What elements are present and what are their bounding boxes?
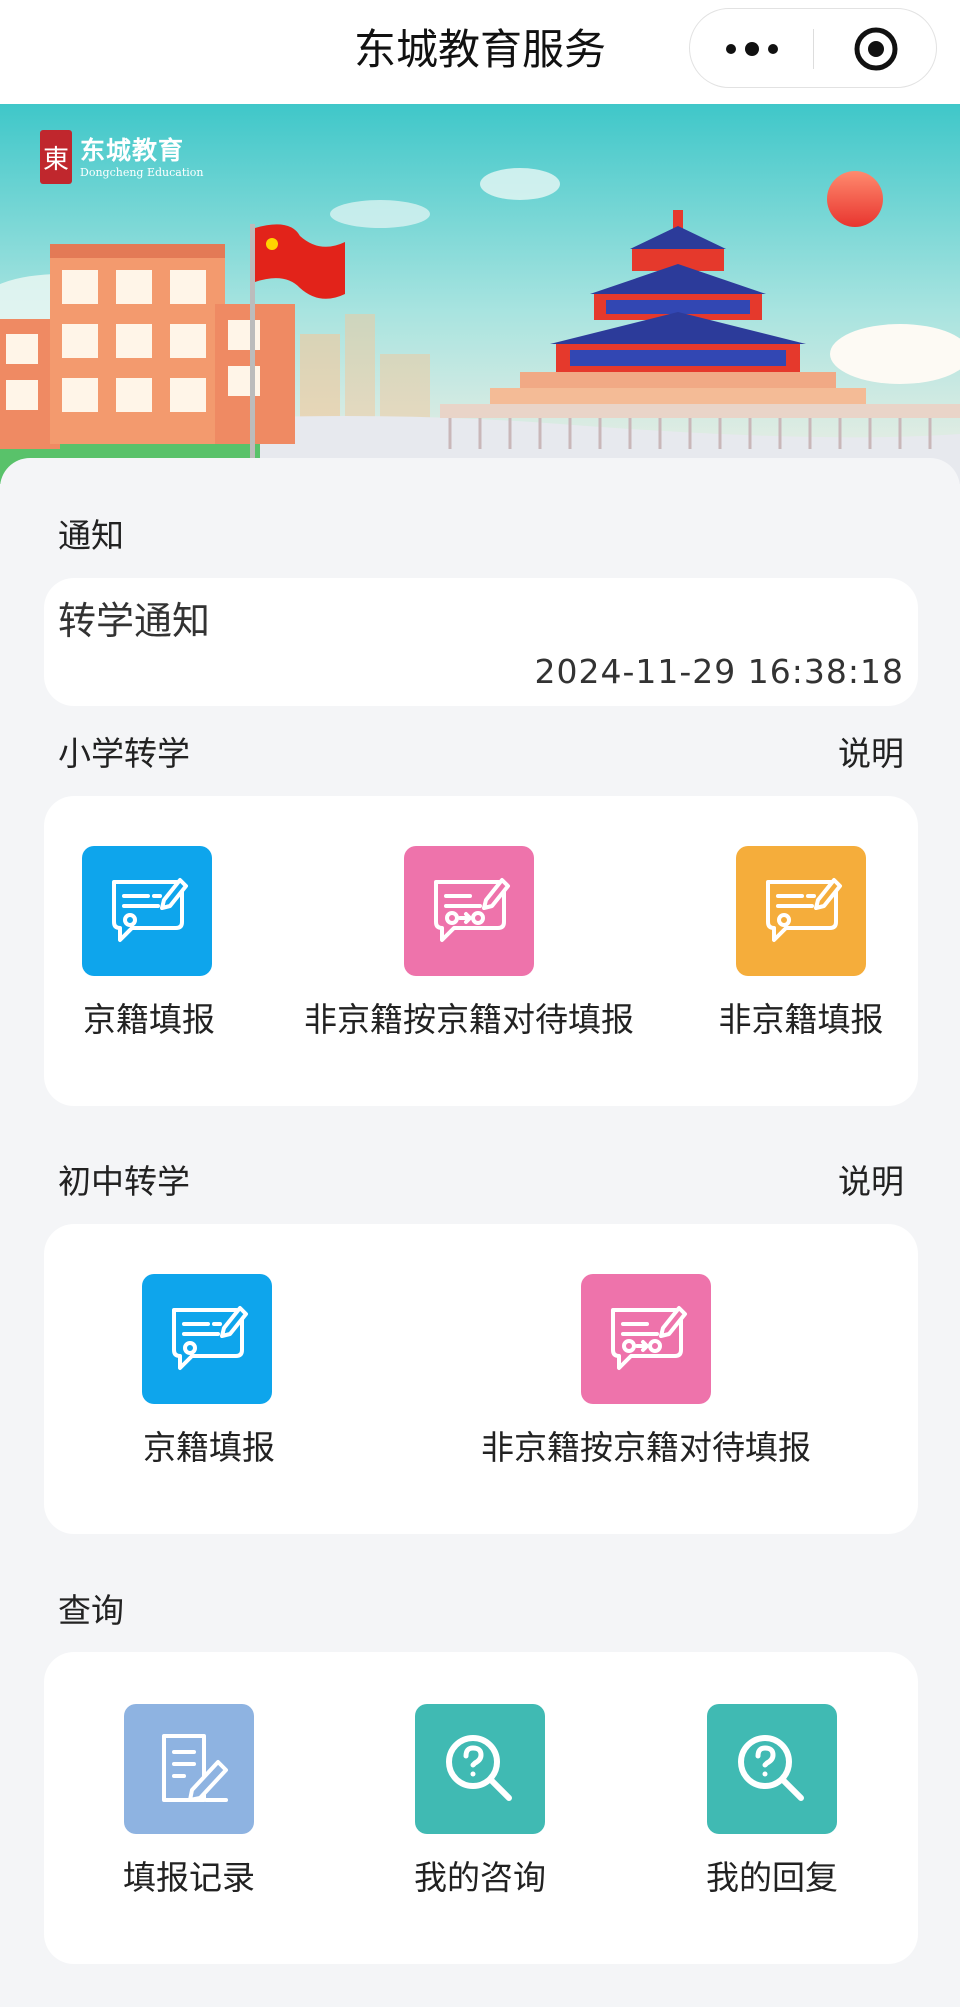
notice-item-time: 2024-11-29 16:38:18	[534, 652, 904, 691]
question-search-icon	[415, 1704, 545, 1834]
record-label: 填报记录	[123, 1858, 255, 1897]
top-bar: 东城教育服务	[0, 0, 960, 104]
mini-program-capsule	[689, 8, 937, 88]
form-edit-icon	[736, 846, 866, 976]
record-tile[interactable]: 填报记录	[44, 1652, 334, 1964]
hero-banner: 東 东城教育 Dongcheng Education	[0, 104, 960, 484]
primary-nonbeijing-label: 非京籍填报	[718, 1000, 884, 1039]
query-section-title: 查询	[58, 1591, 124, 1630]
my-reply-tile[interactable]: 我的回复	[626, 1652, 918, 1964]
primary-beijing-tile[interactable]: 京籍填报	[44, 796, 254, 1106]
middle-card: 京籍填报 非京籍按京籍对待填报	[44, 1224, 918, 1534]
primary-nonbeijing-equal-label: 非京籍按京籍对待填报	[304, 1000, 634, 1039]
notice-section-title: 通知	[58, 516, 124, 555]
close-button[interactable]	[814, 9, 938, 89]
middle-nonbeijing-equal-tile[interactable]: 非京籍按京籍对待填报	[374, 1224, 918, 1534]
target-close-icon	[854, 27, 898, 71]
primary-beijing-label: 京籍填报	[83, 1000, 215, 1039]
middle-help-link[interactable]: 说明	[838, 1162, 904, 1202]
question-search-icon	[707, 1704, 837, 1834]
primary-nonbeijing-equal-tile[interactable]: 非京籍按京籍对待填报	[254, 796, 684, 1106]
logo-name: 东城教育	[80, 135, 185, 165]
record-edit-icon	[124, 1704, 254, 1834]
primary-card: 京籍填报 非京籍按京籍对待填报 非京籍填报	[44, 796, 918, 1106]
form-edit-icon	[142, 1274, 272, 1404]
form-edit-icon	[82, 846, 212, 976]
middle-nonbeijing-equal-label: 非京籍按京籍对待填报	[481, 1428, 811, 1467]
primary-help-link[interactable]: 说明	[838, 734, 904, 774]
logo-english: Dongcheng Education	[80, 165, 204, 179]
form-transfer-icon	[404, 846, 534, 976]
middle-section-title: 初中转学	[58, 1162, 190, 1201]
content-panel: 通知 转学通知 2024-11-29 16:38:18 小学转学 说明 京籍填报	[0, 458, 960, 2007]
form-transfer-icon	[581, 1274, 711, 1404]
middle-beijing-label: 京籍填报	[143, 1428, 275, 1467]
my-reply-label: 我的回复	[706, 1858, 838, 1897]
notice-item-title: 转学通知	[58, 599, 211, 643]
more-button[interactable]	[690, 9, 814, 89]
primary-nonbeijing-tile[interactable]: 非京籍填报	[684, 796, 918, 1106]
my-consult-label: 我的咨询	[414, 1858, 546, 1897]
logo-seal: 東	[40, 130, 72, 184]
primary-section-title: 小学转学	[58, 734, 190, 773]
my-consult-tile[interactable]: 我的咨询	[334, 1652, 626, 1964]
dongcheng-logo: 東 东城教育 Dongcheng Education	[40, 130, 203, 184]
query-card: 填报记录 我的咨询 我的回复	[44, 1652, 918, 1964]
notice-card[interactable]: 转学通知 2024-11-29 16:38:18	[44, 578, 918, 706]
middle-beijing-tile[interactable]: 京籍填报	[44, 1224, 374, 1534]
more-dots-icon	[726, 42, 778, 56]
